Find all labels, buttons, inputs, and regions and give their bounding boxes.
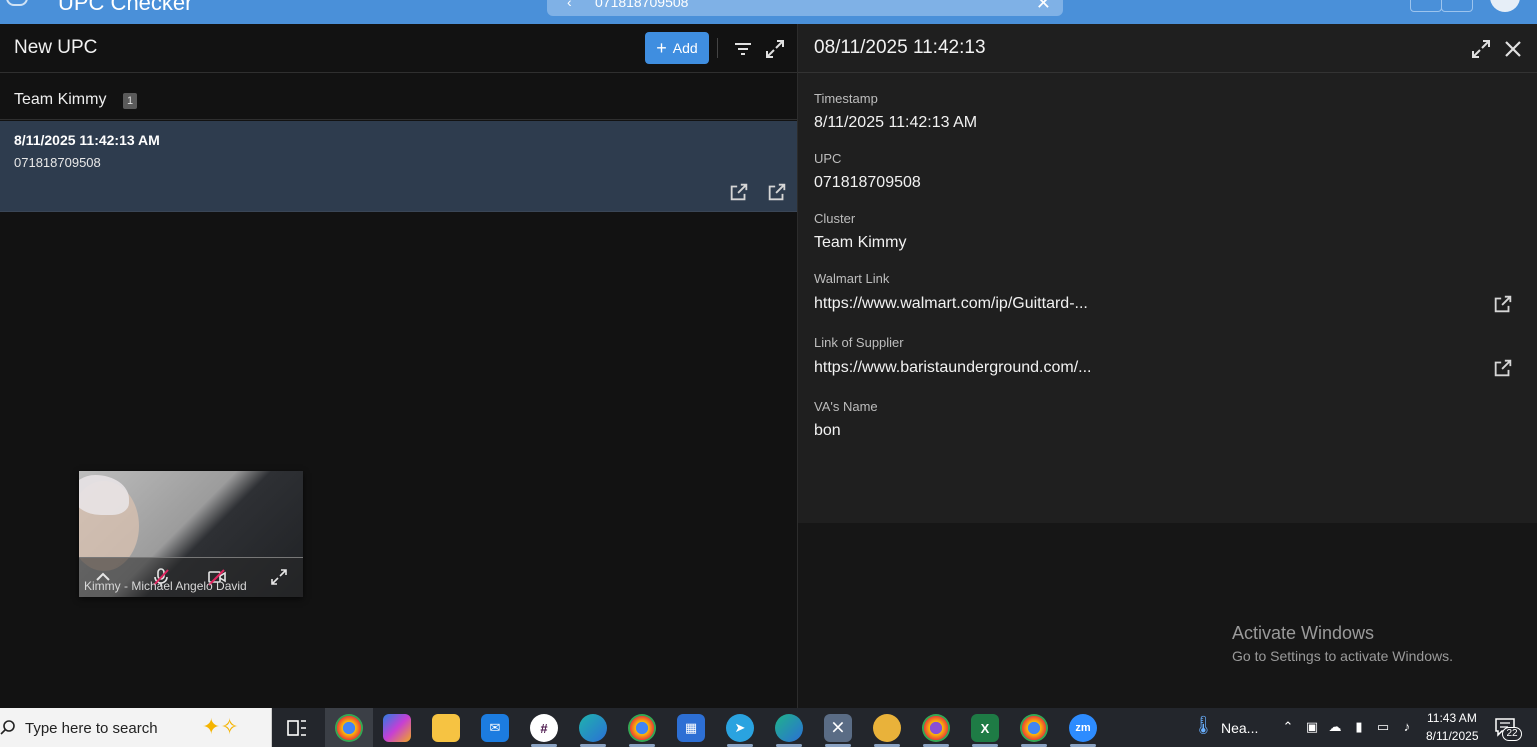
chrome-icon[interactable] xyxy=(335,714,363,742)
volume-icon[interactable]: ♪ xyxy=(1399,719,1415,735)
va-name-value: bon xyxy=(814,422,841,439)
page-title: New UPC xyxy=(14,37,98,58)
toolbar-button-right[interactable] xyxy=(1441,0,1473,12)
chrome-second-icon[interactable] xyxy=(1020,714,1048,742)
activation-title: Activate Windows xyxy=(1232,623,1375,643)
group-header[interactable]: Team Kimmy 1 xyxy=(0,74,797,120)
record-upc: 071818709508 xyxy=(14,155,101,170)
cluster-label: Cluster xyxy=(814,211,856,226)
meet-now-icon[interactable]: ▣ xyxy=(1304,719,1320,735)
expand-icon[interactable] xyxy=(763,37,787,61)
list-header: New UPC + Add xyxy=(0,24,797,73)
cloud-icon[interactable]: ☁ xyxy=(1327,719,1343,735)
app-logo-icon xyxy=(6,0,28,6)
video-participant-name: Kimmy - Michael Angelo David xyxy=(84,579,247,593)
toolbar-button-left[interactable] xyxy=(1410,0,1442,12)
weather-text[interactable]: Nea... xyxy=(1221,720,1258,736)
avatar[interactable] xyxy=(1490,0,1520,12)
zoom-icon[interactable]: zm xyxy=(1069,714,1097,742)
microphone-icon[interactable]: ▮ xyxy=(1351,719,1367,735)
detail-title: 08/11/2025 11:42:13 xyxy=(814,37,986,58)
close-icon[interactable] xyxy=(1501,37,1525,61)
activation-subtitle: Go to Settings to activate Windows. xyxy=(1232,648,1453,664)
open-supplier-link-icon[interactable] xyxy=(766,181,788,203)
upc-label: UPC xyxy=(814,151,842,166)
record-timestamp: 8/11/2025 11:42:13 AM xyxy=(14,132,160,148)
copilot-icon[interactable] xyxy=(383,714,411,742)
cluster-value: Team Kimmy xyxy=(814,234,907,251)
open-walmart-link-icon[interactable] xyxy=(728,181,750,203)
group-name: Team Kimmy xyxy=(14,91,107,108)
upc-value: 071818709508 xyxy=(814,174,921,191)
clock-date[interactable]: 8/11/2025 xyxy=(1426,729,1479,743)
va-name-label: VA's Name xyxy=(814,399,878,414)
edge-beta-icon[interactable] xyxy=(775,714,803,742)
clock-time[interactable]: 11:43 AM xyxy=(1427,711,1477,725)
game-icon[interactable] xyxy=(873,714,901,742)
task-view-icon[interactable] xyxy=(286,717,308,739)
filter-icon[interactable] xyxy=(731,37,755,61)
taskbar: Type here to search ✦✧ ✉ # ▦ ➤ ⨉ X zm 🌡 … xyxy=(0,708,1537,747)
microsoft-store-icon[interactable]: ▦ xyxy=(677,714,705,742)
list-panel: New UPC + Add Team Kimmy 1 8/11/2025 11:… xyxy=(0,24,798,708)
fullscreen-icon[interactable] xyxy=(269,567,289,587)
sparkle-icon: ✦✧ xyxy=(202,714,239,739)
taskbar-search-placeholder: Type here to search xyxy=(25,720,158,737)
chrome-purple-icon[interactable] xyxy=(922,714,950,742)
calculator-icon[interactable]: ⨉ xyxy=(824,714,852,742)
walmart-link-label: Walmart Link xyxy=(814,271,890,286)
activation-watermark: Activate Windows Go to Settings to activ… xyxy=(1232,623,1453,664)
walmart-link-value[interactable]: https://www.walmart.com/ip/Guittard-... xyxy=(814,295,1088,313)
timestamp-label: Timestamp xyxy=(814,91,878,106)
plus-icon: + xyxy=(656,37,667,58)
app-title: UPC Checker xyxy=(58,0,193,15)
search-box[interactable]: ‹ ✕ xyxy=(547,0,1063,16)
chrome-profile-icon[interactable] xyxy=(628,714,656,742)
detail-header: 08/11/2025 11:42:13 xyxy=(798,24,1537,73)
search-icon: ‹ xyxy=(567,0,572,10)
slack-icon[interactable]: # xyxy=(530,714,558,742)
open-walmart-link-icon[interactable] xyxy=(1492,293,1514,315)
mail-icon[interactable]: ✉ xyxy=(481,714,509,742)
timestamp-value: 8/11/2025 11:42:13 AM xyxy=(814,114,978,131)
list-item[interactable]: 8/11/2025 11:42:13 AM 071818709508 xyxy=(0,121,797,212)
edge-icon[interactable] xyxy=(579,714,607,742)
network-icon[interactable]: ▭ xyxy=(1375,719,1391,735)
toolbar-divider xyxy=(717,38,718,58)
video-call-tile[interactable]: Kimmy - Michael Angelo David xyxy=(79,471,303,597)
search-input[interactable] xyxy=(595,0,975,12)
clear-search-icon[interactable]: ✕ xyxy=(1036,0,1051,14)
add-button[interactable]: + Add xyxy=(645,32,709,64)
expand-detail-icon[interactable] xyxy=(1469,37,1493,61)
detail-panel: 08/11/2025 11:42:13 Timestamp 8/11/2025 … xyxy=(798,24,1537,708)
file-explorer-icon[interactable] xyxy=(432,714,460,742)
open-supplier-link-icon[interactable] xyxy=(1492,357,1514,379)
telegram-icon[interactable]: ➤ xyxy=(726,714,754,742)
notification-count-badge: 22 xyxy=(1502,727,1522,741)
weather-icon[interactable]: 🌡 xyxy=(1192,716,1215,739)
add-button-label: Add xyxy=(672,40,698,56)
detail-card: 08/11/2025 11:42:13 Timestamp 8/11/2025 … xyxy=(798,24,1537,523)
supplier-link-label: Link of Supplier xyxy=(814,335,904,350)
taskbar-search[interactable]: Type here to search ✦✧ xyxy=(0,708,272,747)
supplier-link-value[interactable]: https://www.baristaunderground.com/... xyxy=(814,359,1091,377)
group-count-badge: 1 xyxy=(123,93,137,109)
app-topbar: UPC Checker ‹ ✕ xyxy=(0,0,1537,24)
excel-icon[interactable]: X xyxy=(971,714,999,742)
chevron-up-icon[interactable]: ⌃ xyxy=(1280,719,1296,735)
search-icon xyxy=(0,720,15,735)
